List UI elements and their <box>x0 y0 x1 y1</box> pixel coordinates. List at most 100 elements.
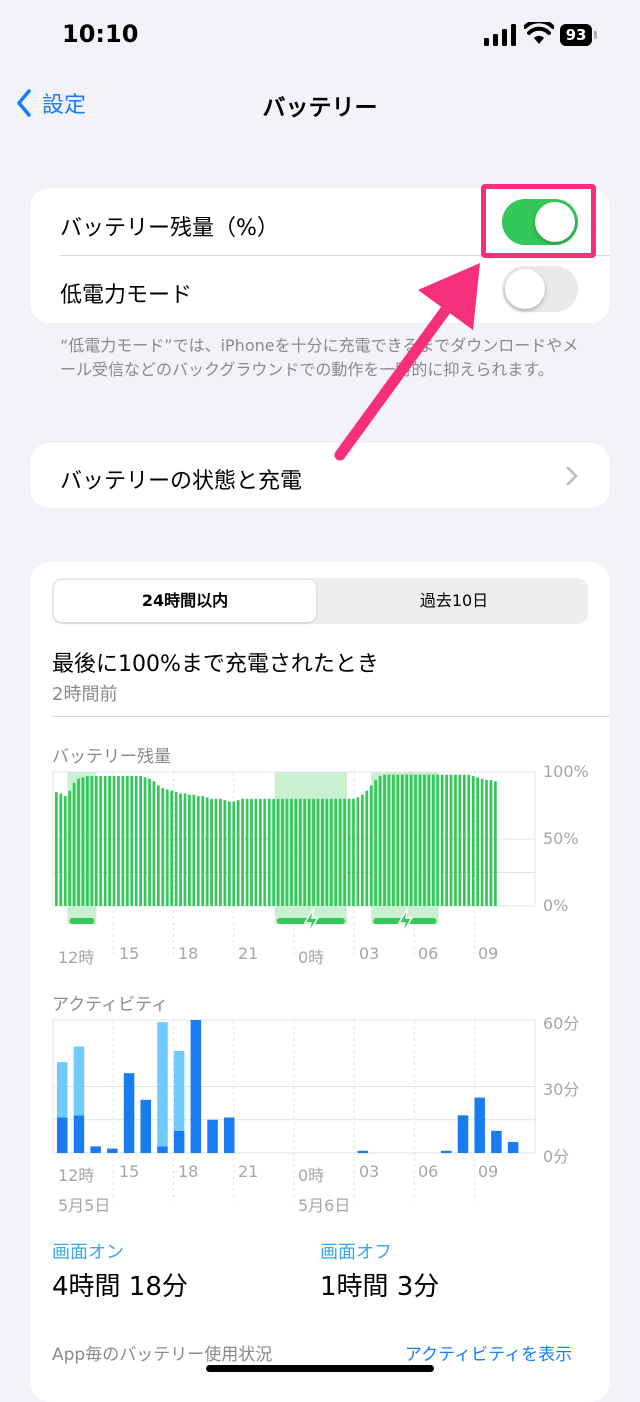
battery-level-bar <box>347 798 351 906</box>
battery-level-bar <box>130 776 134 906</box>
activity-date-label: 5月5日 <box>58 1196 111 1215</box>
screen-on-bar <box>190 1020 202 1153</box>
chevron-left-icon <box>17 89 31 117</box>
battery-level-bar <box>303 798 307 906</box>
battery-health-row[interactable]: バッテリーの状態と充電 <box>30 443 610 508</box>
battery-level-bar <box>467 774 471 906</box>
battery-percentage-label: バッテリー残量（%） <box>60 216 279 241</box>
screen-on-bar <box>90 1146 101 1153</box>
activity-x-tick: 18 <box>178 1162 199 1181</box>
screen-on-bar <box>57 1117 68 1153</box>
highlight-box <box>481 184 596 258</box>
screen-on-bar <box>357 1150 369 1153</box>
battery-level-bar <box>321 798 324 906</box>
battery-level-bar <box>383 774 386 906</box>
low-power-mode-toggle[interactable] <box>502 266 578 312</box>
battery-level-bar <box>334 798 338 906</box>
battery-health-label: バッテリーの状態と充電 <box>60 469 303 494</box>
screen-off-bar <box>57 1062 68 1118</box>
wifi-icon <box>524 22 554 44</box>
home-indicator <box>206 1365 434 1372</box>
activity-date-label: 5月6日 <box>298 1196 351 1215</box>
screen-on-bar <box>107 1148 118 1153</box>
battery-level-bar <box>174 792 178 906</box>
battery-level-bar <box>103 776 107 906</box>
battery-level-bar <box>183 793 187 906</box>
battery-level-bar <box>267 798 271 906</box>
battery-level-bar <box>427 774 431 906</box>
battery-level-bar <box>405 774 409 906</box>
battery-level-bar <box>325 798 329 906</box>
screen-on-bar <box>73 1115 85 1153</box>
tab-10-days[interactable]: 過去10日 <box>322 580 586 622</box>
battery-level-bar <box>90 776 94 906</box>
battery-level-bar <box>161 788 165 906</box>
battery-level-bar <box>63 796 67 906</box>
battery-level-bar <box>449 774 453 906</box>
per-app-usage-label: App毎のバッテリー使用状況 <box>52 1345 273 1365</box>
battery-level-bar <box>312 798 315 906</box>
battery-level-bar <box>352 798 355 906</box>
battery-level-bar <box>125 776 129 906</box>
battery-level-bar <box>476 777 480 906</box>
battery-level-bar <box>258 798 262 906</box>
screen-on-value: 4時間 18分 <box>52 1272 188 1302</box>
screen-on-bar <box>207 1119 218 1153</box>
battery-level-bar <box>254 798 258 906</box>
screen-on-bar <box>441 1150 452 1153</box>
screen-on-bar <box>123 1073 135 1153</box>
battery-level-bar <box>188 794 191 906</box>
battery-level-bar <box>480 778 484 906</box>
show-activity-link[interactable]: アクティビティを表示 <box>405 1340 572 1365</box>
status-time: 10:10 <box>62 20 139 48</box>
battery-level-bar <box>272 798 276 906</box>
battery-y-tick: 0% <box>543 896 569 915</box>
screen-on-bar <box>173 1130 185 1153</box>
time-range-segmented-control: 24時間以内 過去10日 <box>52 578 588 624</box>
back-label: 設定 <box>42 93 87 118</box>
battery-y-tick: 100% <box>543 762 589 781</box>
activity-x-tick: 06 <box>418 1162 439 1181</box>
battery-level-bar <box>86 776 89 906</box>
battery-level-bar <box>241 798 244 906</box>
activity-x-tick: 03 <box>359 1162 380 1181</box>
battery-level-bar <box>396 774 400 906</box>
battery-level-bar <box>343 798 346 906</box>
battery-level-bar <box>378 776 382 906</box>
screen-on-bar <box>457 1115 469 1153</box>
battery-level-bar <box>219 798 222 906</box>
screen-on-bar <box>140 1099 152 1153</box>
battery-level-bar <box>409 774 413 906</box>
battery-level-bar <box>245 798 249 906</box>
battery-level-bar <box>179 793 182 906</box>
battery-level-bar <box>59 793 63 906</box>
battery-level-bar <box>148 778 151 906</box>
back-button[interactable]: 設定 <box>16 86 86 120</box>
charging-indicator <box>69 918 95 924</box>
battery-level-bar <box>307 798 311 906</box>
screen-on-bar <box>157 1146 168 1153</box>
battery-level-bar <box>201 796 205 906</box>
battery-level-bar <box>112 776 116 906</box>
battery-level-bar <box>436 774 440 906</box>
battery-level-bar <box>489 780 493 906</box>
battery-level-bar <box>356 797 360 906</box>
battery-level-bar <box>294 798 298 906</box>
battery-level-bar <box>117 776 120 906</box>
battery-level-bar <box>196 796 200 906</box>
battery-x-tick: 0時 <box>298 948 325 967</box>
activity-y-tick: 60分 <box>543 1014 580 1033</box>
battery-x-tick: 09 <box>478 944 499 963</box>
battery-level-bar <box>454 774 457 906</box>
page-title: バッテリー <box>262 95 378 121</box>
battery-level-bar <box>139 776 143 906</box>
battery-level-bar <box>440 774 444 906</box>
battery-level-bar <box>387 774 391 906</box>
tab-24-hours[interactable]: 24時間以内 <box>54 580 316 622</box>
battery-level-bar <box>276 798 280 906</box>
battery-level-bar <box>392 774 395 906</box>
battery-x-tick: 18 <box>178 944 199 963</box>
battery-level-bar <box>94 776 98 906</box>
battery-level-bar <box>369 785 373 906</box>
battery-level-chart <box>52 771 536 954</box>
